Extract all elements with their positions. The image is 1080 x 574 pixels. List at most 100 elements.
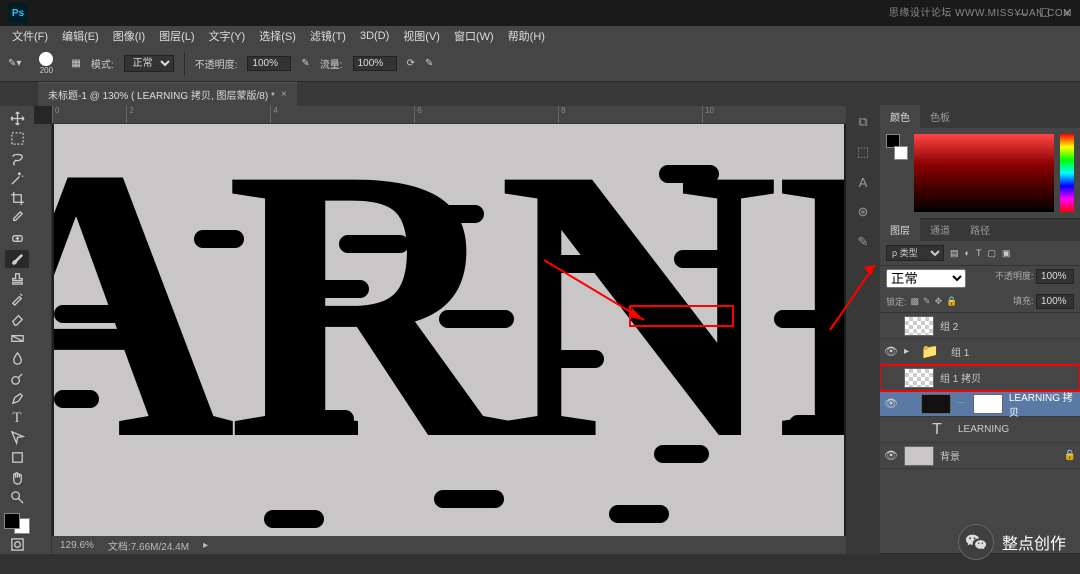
tool-preset-icon[interactable]: ✎▾ [8, 58, 21, 69]
layer-name[interactable]: 组 2 [940, 318, 958, 333]
layer-thumb[interactable] [904, 316, 934, 336]
document-tab[interactable]: 未标题-1 @ 130% ( LEARNING 拷贝, 图层蒙版/8) * × [38, 82, 297, 106]
layer-thumb[interactable] [904, 368, 934, 388]
opacity-input[interactable] [247, 56, 291, 71]
pressure-size-icon[interactable]: ✎ [425, 58, 433, 69]
ruler-vertical[interactable] [34, 124, 52, 554]
layer-row[interactable]: 👁 𝄖 LEARNING 拷贝 [880, 391, 1080, 417]
airbrush-icon[interactable]: ⟳ [407, 58, 415, 69]
type-tool[interactable]: T [5, 409, 29, 427]
layer-row[interactable]: 👁 ▸ 📁 组 1 [880, 339, 1080, 365]
brush-tool[interactable] [5, 250, 29, 268]
zoom-tool[interactable] [5, 489, 29, 507]
menu-filter[interactable]: 滤镜(T) [304, 26, 352, 46]
heal-tool[interactable] [5, 230, 29, 248]
move-tool[interactable] [5, 110, 29, 128]
tab-channels[interactable]: 通道 [920, 218, 960, 241]
layer-name[interactable]: LEARNING 拷贝 [1009, 389, 1076, 419]
zoom-level[interactable]: 129.6% [60, 540, 94, 551]
link-icon[interactable]: 𝄖 [957, 398, 965, 409]
menu-window[interactable]: 窗口(W) [448, 26, 500, 46]
visibility-icon[interactable]: 👁 [884, 449, 898, 462]
menu-edit[interactable]: 编辑(E) [56, 26, 105, 46]
layer-thumb[interactable]: 📁 [915, 342, 945, 362]
tab-layers[interactable]: 图层 [880, 218, 920, 241]
layer-fill-input[interactable] [1036, 294, 1074, 309]
layer-row[interactable]: T LEARNING [880, 417, 1080, 443]
menu-select[interactable]: 选择(S) [253, 26, 302, 46]
lock-pos-icon[interactable]: ✥ [935, 296, 943, 307]
layer-name[interactable]: 组 1 拷贝 [940, 370, 981, 385]
filter-adjust-icon[interactable]: ◐ [965, 248, 970, 258]
layer-filter-select[interactable]: ρ 类型 [886, 245, 944, 261]
layer-name[interactable]: 组 1 [951, 344, 969, 359]
layer-name[interactable]: LEARNING [958, 424, 1009, 435]
menu-view[interactable]: 视图(V) [397, 26, 446, 46]
tab-swatches[interactable]: 色板 [920, 105, 960, 128]
flow-input[interactable] [353, 56, 397, 71]
path-tool[interactable] [5, 429, 29, 447]
menu-type[interactable]: 文字(Y) [203, 26, 252, 46]
visibility-icon[interactable]: 👁 [884, 397, 898, 410]
gradient-tool[interactable] [5, 329, 29, 347]
layer-thumb[interactable]: T [922, 420, 952, 440]
hand-tool[interactable] [5, 469, 29, 487]
menu-image[interactable]: 图像(I) [107, 26, 151, 46]
dock-char-icon[interactable]: A [851, 170, 875, 194]
filter-smart-icon[interactable]: ▣ [1002, 248, 1011, 259]
layer-row[interactable]: 组 1 拷贝 [880, 365, 1080, 391]
blend-mode-select[interactable]: 正常 [124, 55, 174, 72]
ruler-horizontal[interactable]: 0246810 [52, 106, 846, 124]
panel-color-swatch[interactable] [886, 134, 908, 160]
quickmask-icon[interactable] [5, 536, 29, 554]
brush-preview[interactable]: 200 [31, 50, 61, 78]
layer-name[interactable]: 背景 [940, 448, 960, 463]
expand-icon[interactable]: ▸ [904, 346, 909, 357]
filter-type-icon[interactable]: T [976, 248, 982, 258]
eyedropper-tool[interactable] [5, 210, 29, 228]
marquee-tool[interactable] [5, 130, 29, 148]
filter-shape-icon[interactable]: ▢ [987, 248, 996, 259]
crop-tool[interactable] [5, 190, 29, 208]
stamp-tool[interactable] [5, 270, 29, 288]
dock-libraries-icon[interactable]: ⊛ [851, 200, 875, 224]
info-arrow-icon[interactable]: ▸ [203, 540, 208, 551]
menu-help[interactable]: 帮助(H) [502, 26, 551, 46]
dock-history-icon[interactable]: ⧉ [851, 110, 875, 134]
dodge-tool[interactable] [5, 369, 29, 387]
lock-all-icon[interactable]: 🔒 [946, 296, 957, 307]
menu-layer[interactable]: 图层(L) [153, 26, 200, 46]
brush-panel-icon[interactable]: ▦ [71, 58, 80, 69]
blur-tool[interactable] [5, 349, 29, 367]
wand-tool[interactable] [5, 170, 29, 188]
artboard[interactable]: ARNI [54, 124, 844, 536]
color-swatches[interactable] [4, 513, 30, 534]
close-tab-icon[interactable]: × [281, 89, 287, 100]
canvas[interactable]: ARNI [52, 124, 846, 536]
menu-3d[interactable]: 3D(D) [354, 28, 395, 44]
dock-brush-icon[interactable]: ✎ [851, 230, 875, 254]
pressure-opacity-icon[interactable]: ✎ [301, 58, 309, 69]
lasso-tool[interactable] [5, 150, 29, 168]
eraser-tool[interactable] [5, 309, 29, 327]
pen-tool[interactable] [5, 389, 29, 407]
filter-pixel-icon[interactable]: ▤ [950, 248, 959, 259]
foreground-color[interactable] [4, 513, 20, 529]
shape-tool[interactable] [5, 449, 29, 467]
layer-row[interactable]: 组 2 [880, 313, 1080, 339]
history-brush-tool[interactable] [5, 289, 29, 307]
layer-opacity-input[interactable] [1036, 269, 1074, 284]
menu-file[interactable]: 文件(F) [6, 26, 54, 46]
tab-paths[interactable]: 路径 [960, 218, 1000, 241]
tab-color[interactable]: 颜色 [880, 105, 920, 128]
dock-properties-icon[interactable]: ⬚ [851, 140, 875, 164]
lock-pixel-icon[interactable]: ✎ [923, 296, 931, 307]
layer-row[interactable]: 👁背景🔒 [880, 443, 1080, 469]
layer-blend-select[interactable]: 正常 [886, 269, 966, 288]
color-picker[interactable] [914, 134, 1054, 212]
visibility-icon[interactable]: 👁 [884, 345, 898, 358]
hue-strip[interactable] [1060, 134, 1074, 212]
lock-trans-icon[interactable]: ▩ [911, 296, 920, 307]
layer-thumb[interactable] [904, 446, 934, 466]
layer-thumb[interactable] [921, 394, 951, 414]
